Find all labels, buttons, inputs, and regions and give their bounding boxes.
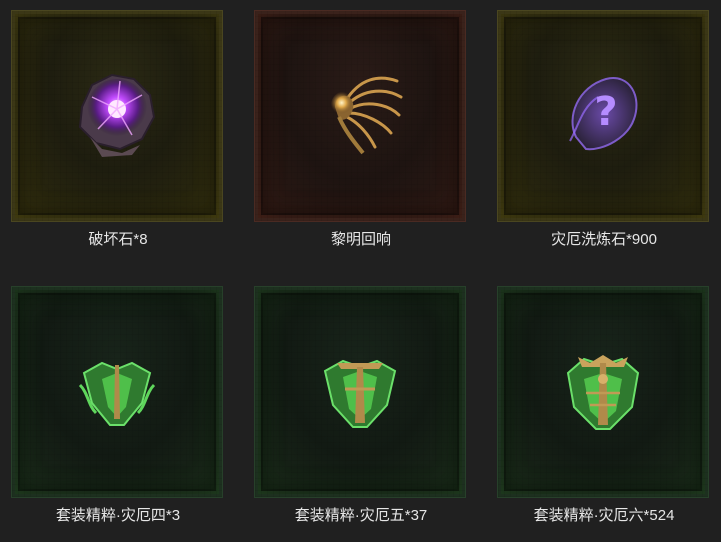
item-label: 黎明回响 bbox=[330, 231, 391, 248]
set-essence-calamity-5-icon bbox=[323, 359, 397, 428]
reward-slot-set-essence-5[interactable]: 套装精粹·灾厄五*37 bbox=[254, 286, 468, 525]
item-label: 套装精粹·灾厄六*524 bbox=[533, 507, 675, 524]
dawn-echo-phoenix-icon bbox=[331, 76, 403, 155]
item-label: 套装精粹·灾厄四*3 bbox=[55, 507, 181, 524]
set-essence-calamity-4-icon bbox=[78, 361, 156, 426]
item-card[interactable] bbox=[254, 286, 466, 498]
calamity-reforge-stone-icon: ? bbox=[569, 76, 638, 150]
reward-slot-destruction-stone[interactable]: 破坏石*8 bbox=[11, 10, 225, 249]
reward-slot-set-essence-4[interactable]: 套装精粹·灾厄四*3 bbox=[11, 286, 225, 525]
item-label: 套装精粹·灾厄五*37 bbox=[294, 507, 428, 524]
reward-slot-dawn-echo[interactable]: 黎明回响 bbox=[254, 10, 468, 249]
destruction-stone-icon bbox=[78, 73, 156, 157]
reward-slot-set-essence-6[interactable]: 套装精粹·灾厄六*524 bbox=[497, 286, 711, 525]
set-essence-calamity-6-icon bbox=[566, 354, 640, 430]
svg-text:?: ? bbox=[594, 89, 617, 135]
item-card[interactable] bbox=[497, 286, 709, 498]
reward-slot-calamity-reforge-stone[interactable]: ? 灾厄洗炼石*900 bbox=[497, 10, 711, 249]
item-card[interactable] bbox=[11, 286, 223, 498]
item-label: 破坏石*8 bbox=[88, 231, 148, 248]
item-card[interactable] bbox=[11, 10, 223, 222]
item-card[interactable]: ? bbox=[497, 10, 709, 222]
item-label: 灾厄洗炼石*900 bbox=[551, 231, 657, 248]
reward-grid: 破坏石*8 黎明回响 ? 灾厄洗炼石*900 套装精粹·灾厄四*3 套装精粹·灾… bbox=[0, 0, 721, 542]
item-card[interactable] bbox=[254, 10, 466, 222]
